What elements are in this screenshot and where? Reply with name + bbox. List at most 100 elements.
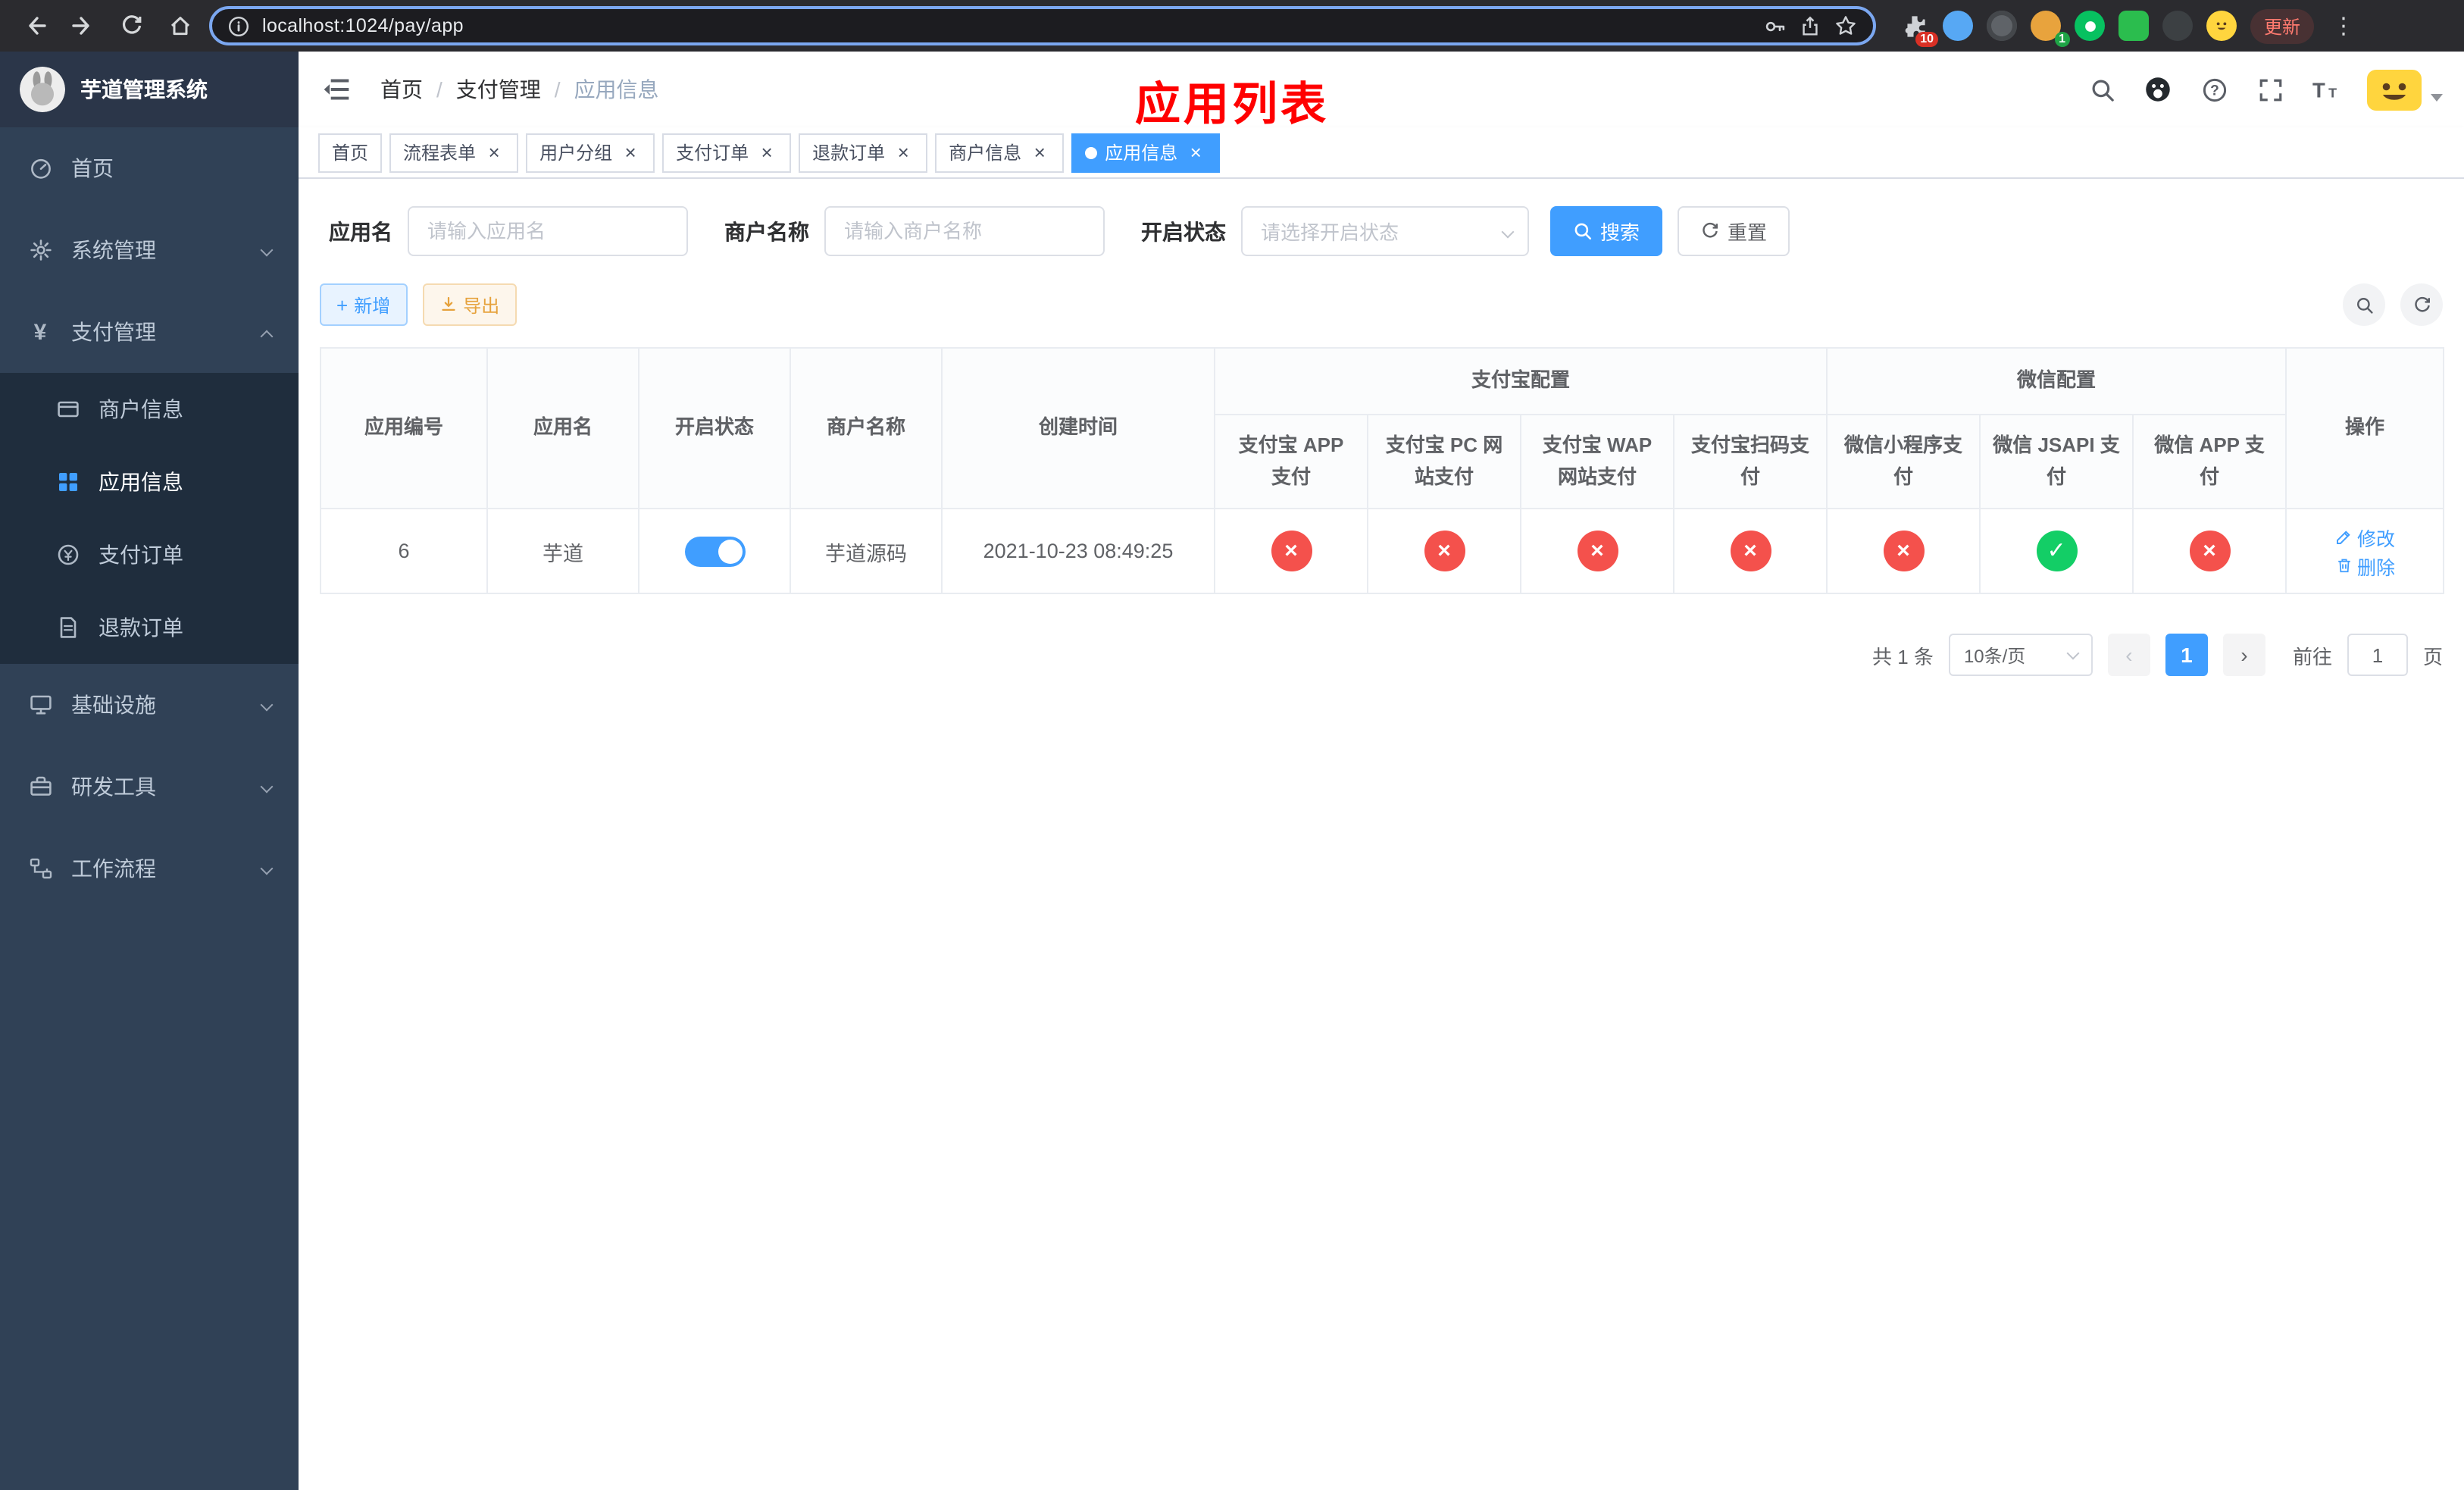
add-button[interactable]: + 新增 [320, 283, 408, 326]
page-1-button[interactable]: 1 [2165, 634, 2208, 676]
breadcrumb: 首页 / 支付管理 / 应用信息 [380, 74, 659, 105]
tab-home[interactable]: 首页 [318, 133, 383, 172]
app-name-input[interactable] [408, 206, 688, 256]
breadcrumb-payment[interactable]: 支付管理 [456, 74, 541, 105]
sidebar-item-label: 支付订单 [98, 543, 183, 567]
page-annotation-title: 应用列表 [1135, 80, 1329, 130]
alipay-pc-status-icon: × [1424, 531, 1465, 571]
green-app-extension-icon[interactable] [2118, 11, 2149, 41]
breadcrumb-home[interactable]: 首页 [380, 74, 423, 105]
cell-actions: 修改 删除 [2285, 508, 2445, 594]
merchant-name-input[interactable] [824, 206, 1105, 256]
sidebar-item-merchant-info[interactable]: 商户信息 [0, 373, 299, 446]
svg-text:T: T [2328, 85, 2336, 100]
monitor-icon [27, 692, 53, 718]
chevron-down-icon [2431, 93, 2443, 101]
pagination: 共 1 条 10条/页 ‹ 1 › 前往 页 [320, 634, 2443, 706]
chevron-down-icon [2066, 646, 2080, 659]
dark-extension-icon[interactable] [1987, 11, 2017, 41]
col-header-alipay-pc: 支付宝 PC 网站支付 [1367, 414, 1521, 509]
github-icon[interactable] [2143, 74, 2173, 105]
page-content: 应用名 商户名称 开启状态 请选择开启状态 搜索 重置 [299, 179, 2464, 706]
cell-app-name: 芋道 [486, 508, 639, 594]
close-icon[interactable]: × [893, 142, 914, 163]
share-icon[interactable] [1799, 14, 1821, 37]
reset-button[interactable]: 重置 [1678, 206, 1790, 256]
tab-merchant-info[interactable]: 商户信息 × [935, 133, 1065, 172]
refresh-button[interactable] [2400, 283, 2443, 326]
browser-menu-icon[interactable]: ⋮ [2328, 12, 2359, 39]
export-button[interactable]: 导出 [422, 283, 517, 326]
sidebar-item-label: 系统管理 [71, 238, 156, 262]
tab-pay-order[interactable]: 支付订单 × [662, 133, 792, 172]
delete-link[interactable]: 删除 [2334, 551, 2395, 580]
wx-app-status-icon: × [2189, 531, 2231, 571]
grid-icon [55, 469, 80, 495]
browser-home-icon[interactable] [161, 7, 199, 45]
app-table: 应用编号 应用名 开启状态 商户名称 创建时间 支付宝配置 微信配置 操作 支付… [320, 347, 2445, 594]
sidebar-item-workflow[interactable]: 工作流程 [0, 828, 299, 909]
url-text: localhost:1024/pay/app [262, 15, 464, 36]
browser-update-button[interactable]: 更新 [2250, 8, 2315, 43]
sidebar-item-infrastructure[interactable]: 基础设施 [0, 664, 299, 746]
tags-view-bar: 首页 流程表单 × 用户分组 × 支付订单 × 退款订单 × 商户信息 × 应用信息 × [299, 127, 2464, 179]
close-icon[interactable]: × [620, 142, 641, 163]
tab-user-group[interactable]: 用户分组 × [526, 133, 655, 172]
avatar-extension-icon[interactable]: 1 [2031, 11, 2070, 47]
password-key-icon[interactable] [1764, 14, 1787, 37]
browser-reload-icon[interactable] [112, 7, 150, 45]
chevron-down-icon [260, 780, 274, 794]
logo-image [20, 67, 65, 112]
goto-page-input[interactable] [2347, 634, 2408, 676]
browser-back-icon[interactable] [15, 7, 53, 45]
profile-badge: 1 [2054, 32, 2070, 47]
close-icon[interactable]: × [1029, 142, 1050, 163]
page-unit-label: 页 [2422, 645, 2443, 668]
site-info-icon[interactable] [227, 14, 250, 37]
fullscreen-icon[interactable] [2255, 74, 2285, 105]
next-page-button[interactable]: › [2222, 634, 2265, 676]
col-header-created: 创建时间 [941, 347, 1215, 509]
sidebar-item-home[interactable]: 首页 [0, 127, 299, 209]
sidebar-item-label: 退款订单 [98, 615, 183, 640]
close-icon[interactable]: × [756, 142, 777, 163]
sidebar-item-app-info[interactable]: 应用信息 [0, 446, 299, 518]
search-button[interactable]: 搜索 [1550, 206, 1663, 256]
sidebar-item-pay-order[interactable]: 支付订单 [0, 518, 299, 591]
app-logo[interactable]: 芋道管理系统 [0, 52, 299, 127]
blue-extension-icon[interactable] [1943, 11, 1973, 41]
close-icon[interactable]: × [483, 142, 505, 163]
tab-refund-order[interactable]: 退款订单 × [799, 133, 928, 172]
status-select[interactable]: 请选择开启状态 [1241, 206, 1529, 256]
toolbox-icon [27, 774, 53, 800]
emoji-face-extension-icon[interactable] [2206, 11, 2237, 41]
gear-icon [27, 237, 53, 263]
sidebar-item-payment[interactable]: ¥ 支付管理 [0, 291, 299, 373]
close-icon[interactable]: × [1185, 142, 1206, 163]
tab-app-info[interactable]: 应用信息 × [1071, 133, 1221, 172]
page-size-select[interactable]: 10条/页 [1948, 634, 2093, 676]
prev-page-button[interactable]: ‹ [2107, 634, 2150, 676]
toggle-search-button[interactable] [2343, 283, 2385, 326]
search-icon[interactable] [2087, 74, 2117, 105]
dark-pin-extension-icon[interactable] [2162, 11, 2193, 41]
sidebar-item-system[interactable]: 系统管理 [0, 209, 299, 291]
tab-process-form[interactable]: 流程表单 × [389, 133, 519, 172]
font-size-icon[interactable]: TT [2311, 74, 2341, 105]
hamburger-icon[interactable] [320, 76, 353, 103]
green-chat-extension-icon[interactable] [2075, 11, 2105, 41]
edit-link[interactable]: 修改 [2334, 522, 2395, 551]
sidebar-item-refund-order[interactable]: 退款订单 [0, 591, 299, 664]
wx-jsapi-status-icon: ✓ [2036, 531, 2078, 571]
status-toggle[interactable] [684, 536, 745, 566]
col-header-wx-app: 微信 APP 支付 [2132, 414, 2287, 509]
browser-forward-icon[interactable] [64, 7, 102, 45]
bookmark-star-icon[interactable] [1834, 14, 1858, 38]
goto-label: 前往 [2292, 645, 2332, 668]
address-bar[interactable]: localhost:1024/pay/app [209, 6, 1876, 45]
sidebar-item-dev-tools[interactable]: 研发工具 [0, 746, 299, 828]
help-icon[interactable]: ? [2199, 74, 2229, 105]
extensions-puzzle-icon[interactable]: 10 [1899, 11, 1938, 47]
sidebar-item-label: 研发工具 [71, 775, 156, 799]
user-avatar[interactable] [2367, 69, 2443, 110]
